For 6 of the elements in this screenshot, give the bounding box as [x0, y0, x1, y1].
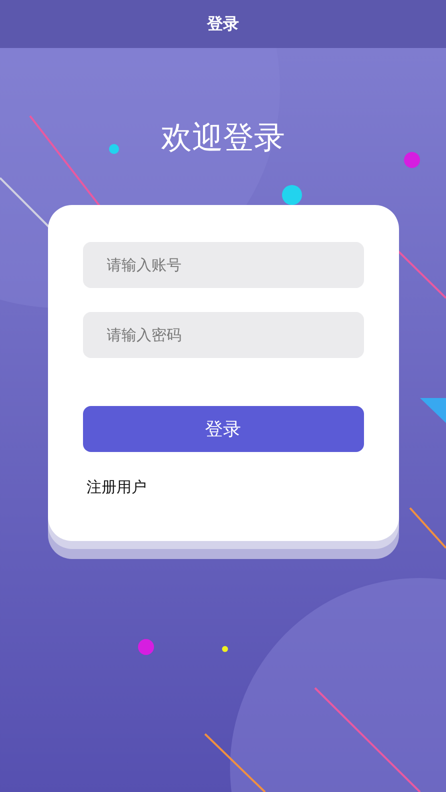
register-link[interactable]: 注册用户 [86, 478, 146, 497]
input-field[interactable]: 请输入账号 [82, 242, 364, 288]
welcome-heading: 欢迎登录 [161, 119, 285, 158]
login-button[interactable]: 登录 [82, 406, 364, 452]
input-field[interactable]: 请输入密码 [82, 312, 364, 358]
page-title: 登录 [207, 14, 239, 34]
